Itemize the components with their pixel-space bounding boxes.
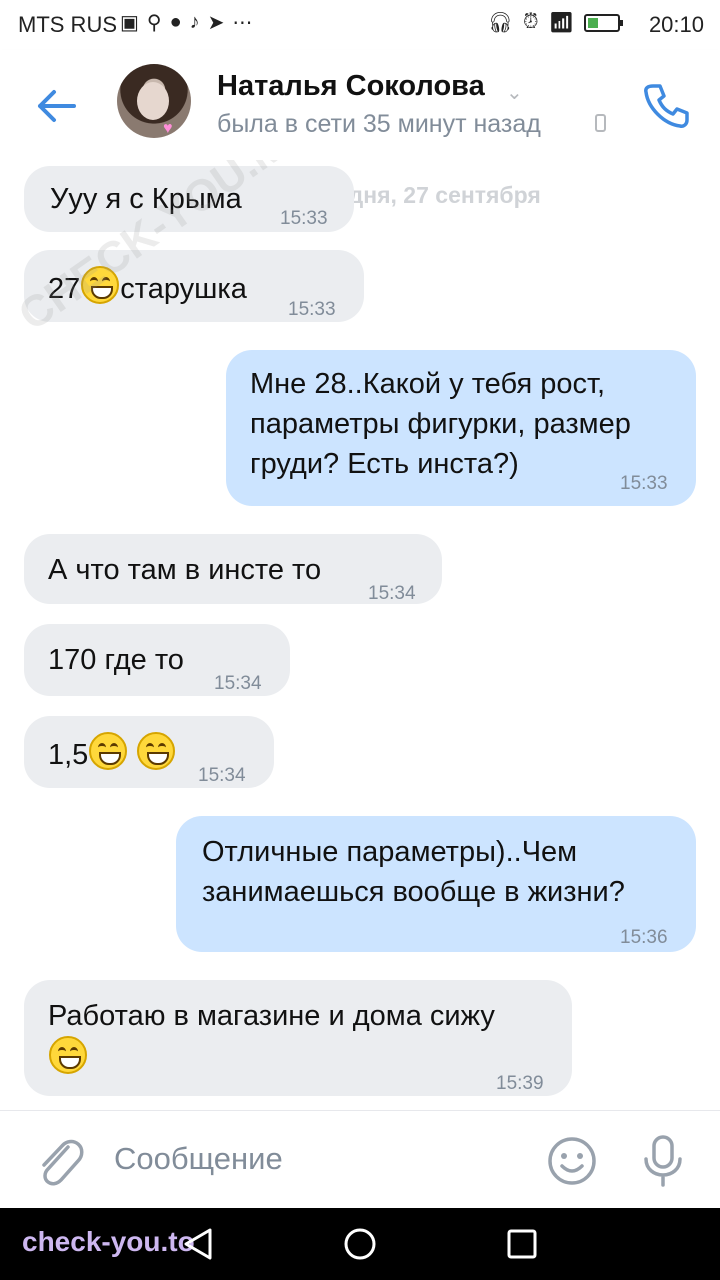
battery-icon	[584, 13, 623, 32]
notification-icons: ▣ ⚲ ● ♪ ➤ ⋯	[120, 10, 252, 35]
message-text: Мне 28..Какой у тебя рост, параметры фиг…	[250, 364, 631, 484]
message-bubble[interactable]: А что там в инсте то 15:34	[24, 534, 442, 604]
phone-call-icon[interactable]	[640, 80, 692, 132]
nav-back-icon[interactable]	[180, 1226, 216, 1262]
back-arrow-icon[interactable]	[34, 84, 78, 128]
message-time: 15:33	[620, 473, 668, 494]
message-line: занимаешься вообще в жизни?	[202, 876, 625, 908]
message-text-part: 1,5	[48, 739, 89, 771]
message-line: Отличные параметры)..Чем	[202, 836, 578, 868]
message-time: 15:34	[198, 765, 246, 786]
chat-icon: ●	[169, 11, 182, 33]
message-line: Мне 28..Какой у тебя рост,	[250, 368, 606, 400]
nav-recent-apps-icon[interactable]	[504, 1226, 540, 1262]
search-icon: ⚲	[146, 12, 162, 34]
chevron-down-icon[interactable]: ⌄	[506, 80, 523, 105]
system-navigation-bar: check-you.to	[0, 1208, 720, 1280]
more-icon: ⋯	[232, 12, 253, 34]
microphone-icon[interactable]	[640, 1133, 686, 1189]
grinning-emoji-icon	[89, 732, 128, 770]
message-bubble[interactable]: 1,5 15:34	[24, 716, 274, 788]
message-bubble[interactable]: Отличные параметры)..Чем занимаешься воо…	[176, 816, 696, 952]
system-icons: 🎧︎ ⏰︎ 📶︎	[487, 10, 623, 35]
message-time: 15:34	[368, 583, 416, 604]
last-seen-status: была в сети 35 минут назад	[217, 110, 541, 138]
message-line: груди? Есть инста?)	[250, 448, 519, 480]
tiktok-icon: ♪	[189, 11, 200, 33]
nav-home-icon[interactable]	[342, 1226, 378, 1262]
avatar[interactable]: ♥	[117, 64, 191, 138]
emoji-smile-icon[interactable]	[546, 1135, 598, 1187]
chat-header: ♥ Наталья Соколова ⌄ была в сети 35 мину…	[0, 50, 720, 160]
message-input-bar: Сообщение	[0, 1110, 720, 1209]
message-line: параметры фигурки, размер	[250, 408, 631, 440]
sim-icon: ▣	[120, 12, 139, 34]
grinning-emoji-icon	[49, 1036, 87, 1074]
message-text: Отличные параметры)..Чем занимаешься воо…	[202, 832, 625, 912]
status-clock: 20:10	[648, 12, 704, 37]
alarm-icon: ⏰︎	[523, 11, 539, 33]
message-time: 15:34	[214, 673, 262, 694]
message-bubble[interactable]: Мне 28..Какой у тебя рост, параметры фиг…	[226, 350, 696, 506]
avatar-face	[137, 82, 169, 120]
heart-icon: ♥	[163, 120, 173, 137]
message-time: 15:36	[620, 927, 668, 948]
contact-name[interactable]: Наталья Соколова	[217, 70, 485, 103]
message-line	[48, 1036, 495, 1079]
mobile-device-icon	[595, 114, 606, 132]
message-text: Работаю в магазине и дома сижу	[48, 996, 495, 1079]
signal-icon: 📶︎	[548, 12, 574, 34]
carrier-label: MTS RUS	[18, 12, 117, 37]
telegram-icon: ➤	[207, 12, 225, 34]
message-line: Работаю в магазине и дома сижу	[48, 1000, 495, 1032]
message-text: 1,5	[48, 732, 176, 775]
message-time: 15:33	[280, 208, 328, 229]
message-text: 170 где то	[48, 644, 184, 676]
paperclip-icon[interactable]	[34, 1135, 84, 1189]
status-bar: MTS RUS ▣ ⚲ ● ♪ ➤ ⋯ 🎧︎ ⏰︎ 📶︎ 20:10	[0, 0, 720, 50]
message-bubble[interactable]: Работаю в магазине и дома сижу 15:39	[24, 980, 572, 1096]
message-time: 15:39	[496, 1073, 544, 1094]
message-bubble[interactable]: 170 где то 15:34	[24, 624, 290, 696]
message-list[interactable]: сегодня, 27 сентября Ууу я с Крыма 15:33…	[0, 160, 720, 1108]
grinning-emoji-icon	[137, 732, 176, 770]
message-text-part: старушка	[120, 273, 247, 305]
message-input[interactable]: Сообщение	[114, 1141, 283, 1177]
headphones-icon: 🎧︎	[487, 12, 513, 34]
message-time: 15:33	[288, 299, 336, 320]
watermark-text: check-you.to	[22, 1226, 195, 1257]
message-text: А что там в инсте то	[48, 554, 322, 586]
